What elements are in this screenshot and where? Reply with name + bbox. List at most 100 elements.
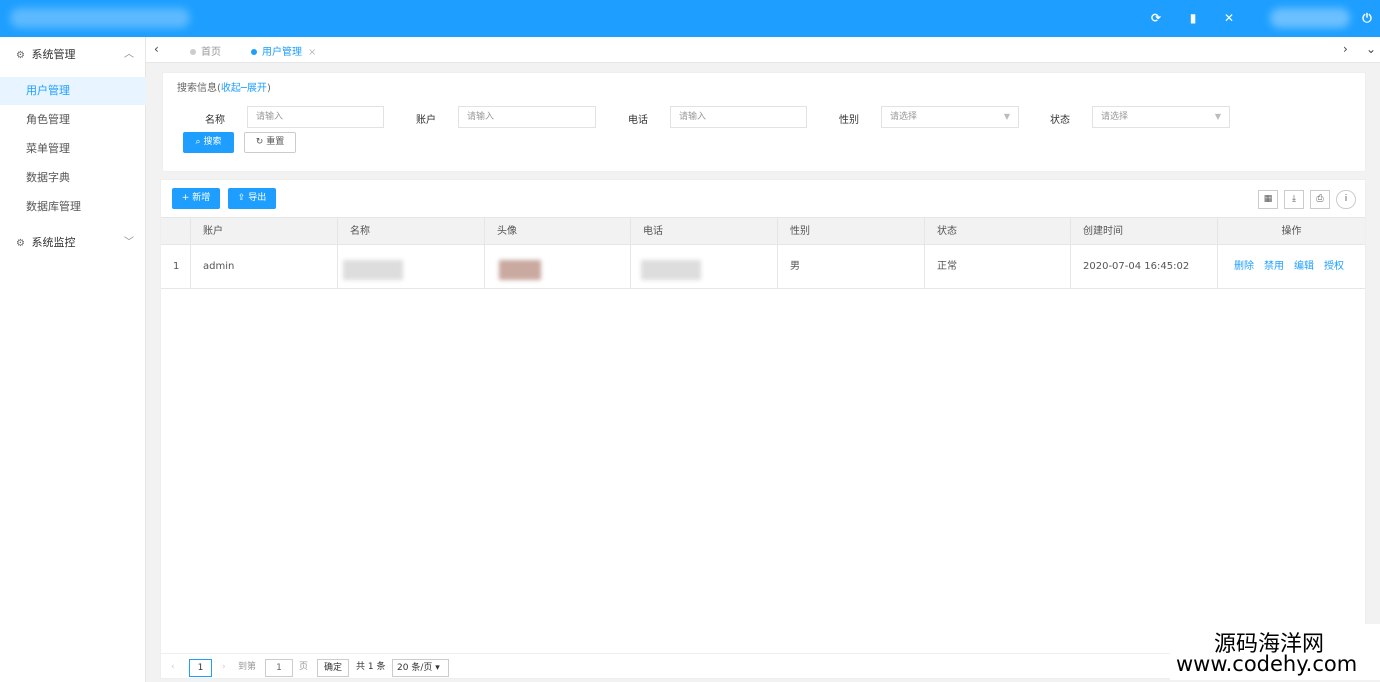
close-icon[interactable]: × (308, 47, 316, 58)
sidebar-item-label: 角色管理 (26, 113, 70, 126)
fullscreen-icon[interactable]: ✕ (1222, 11, 1236, 25)
disable-link[interactable]: 禁用 (1264, 261, 1284, 272)
sidebar-item-database-management[interactable]: 数据库管理 (0, 193, 146, 221)
sidebar: ⚙ 系统管理 ︿ 用户管理 角色管理 菜单管理 数据字典 数据库管理 ⚙ 系统监… (0, 37, 146, 682)
current-page[interactable]: 1 (189, 659, 212, 677)
top-header: ⟳ ▮ ✕ ⏻ (0, 0, 1380, 37)
status-label: 状态 (1050, 115, 1070, 126)
tab-dot-icon (251, 49, 257, 55)
blurred-name (343, 260, 403, 280)
tab-bar: ‹ 首页 用户管理 × › ⌄ (146, 37, 1380, 63)
sidebar-item-menu-management[interactable]: 菜单管理 (0, 135, 146, 163)
gender-label: 性别 (839, 115, 859, 126)
phone-input[interactable]: 请输入 (670, 106, 807, 128)
tab-user-management[interactable]: 用户管理 × (251, 43, 316, 58)
sidebar-item-label: 数据库管理 (26, 200, 81, 213)
status-cell: 正常 (924, 245, 1070, 288)
watermark: 源码海洋网 www.codehy.com (1170, 624, 1380, 680)
delete-link[interactable]: 删除 (1234, 261, 1254, 272)
caret-down-icon: ▼ (1214, 112, 1221, 121)
search-button[interactable]: ⌕ 搜索 (183, 132, 234, 153)
export-file-icon[interactable]: ⤓ (1284, 190, 1304, 209)
add-button[interactable]: + 新增 (172, 188, 220, 209)
trash-icon[interactable]: ▮ (1186, 11, 1200, 25)
gender-select-placeholder: 请选择 (890, 112, 918, 122)
columns-filter-icon[interactable]: ▦ (1258, 190, 1278, 209)
search-icon: ⌕ (195, 137, 201, 147)
search-button-label: 搜索 (203, 137, 222, 147)
total-count: 共 1 条 (356, 662, 386, 672)
edit-link[interactable]: 编辑 (1294, 261, 1314, 272)
column-header[interactable]: 创建时间 (1070, 218, 1217, 245)
table-panel: + 新增 ⇪ 导出 ▦ ⤓ ⎙ i 账户 名称 头像 电话 性别 状态 创建时间… (160, 179, 1366, 679)
column-header[interactable]: 头像 (484, 218, 630, 245)
sidebar-item-user-management[interactable]: 用户管理 (0, 77, 146, 105)
column-header[interactable]: 性别 (777, 218, 924, 245)
sidebar-item-role-management[interactable]: 角色管理 (0, 106, 146, 134)
export-icon: ⇪ (237, 193, 246, 203)
watermark-url: www.codehy.com (1176, 652, 1358, 676)
column-header[interactable]: 名称 (337, 218, 484, 245)
refresh-icon[interactable]: ⟳ (1149, 11, 1163, 25)
column-header: 操作 (1217, 218, 1365, 245)
tab-menu-chevron-icon[interactable]: ⌄ (1366, 42, 1376, 56)
gear-icon: ⚙ (16, 50, 25, 61)
sidebar-item-label: 用户管理 (26, 84, 70, 97)
caret-down-icon: ▾ (435, 663, 440, 673)
sidebar-group-system-monitor[interactable]: ⚙ 系统监控 ﹀ (0, 228, 146, 258)
prev-page-icon[interactable]: ‹ (171, 659, 175, 677)
created-time-cell: 2020-07-04 16:45:02 (1070, 245, 1217, 288)
sidebar-item-data-dictionary[interactable]: 数据字典 (0, 164, 146, 192)
tab-label: 首页 (201, 47, 221, 58)
tab-scroll-right-icon[interactable]: › (1343, 42, 1348, 56)
sidebar-group-label: 系统监控 (31, 236, 76, 249)
print-icon[interactable]: ⎙ (1310, 190, 1330, 209)
export-button[interactable]: ⇪ 导出 (228, 188, 276, 209)
search-title-text: 搜索信息( (177, 83, 221, 94)
column-header[interactable]: 电话 (630, 218, 777, 245)
page-size-value: 20 条/页 (397, 663, 433, 673)
tab-scroll-left-icon[interactable]: ‹ (154, 42, 159, 56)
export-button-label: 导出 (248, 193, 267, 203)
page-unit-label: 页 (299, 662, 309, 672)
status-select[interactable]: 请选择 ▼ (1092, 106, 1230, 128)
account-input[interactable]: 请输入 (458, 106, 596, 128)
column-header[interactable]: 账户 (190, 218, 337, 245)
reset-button-label: 重置 (266, 137, 285, 147)
column-header[interactable]: 状态 (924, 218, 1070, 245)
reset-button[interactable]: ↻ 重置 (244, 132, 296, 153)
sidebar-item-label: 菜单管理 (26, 142, 70, 155)
index-header-cell (161, 218, 190, 245)
info-icon[interactable]: i (1336, 190, 1356, 209)
actions-cell: 删除 禁用 编辑 授权 (1217, 245, 1365, 288)
goto-confirm-button[interactable]: 确定 (317, 659, 349, 677)
search-panel: 搜索信息(收起─展开) 名称 请输入 账户 请输入 电话 请输入 性别 请选择 … (162, 72, 1366, 172)
sidebar-item-label: 数据字典 (26, 171, 70, 184)
chevron-down-icon: ﹀ (124, 237, 134, 248)
page-size-select[interactable]: 20 条/页 ▾ (392, 659, 449, 677)
tab-label: 用户管理 (262, 47, 302, 58)
goto-page-input[interactable]: 1 (265, 659, 293, 677)
power-icon[interactable]: ⏻ (1360, 11, 1374, 25)
blurred-phone (641, 260, 701, 280)
gears-icon: ⚙ (16, 238, 25, 249)
table-row[interactable]: 1 admin 男 正常 2020-07-04 16:45:02 删除 禁用 编辑授… (161, 245, 1365, 289)
search-title-end: ) (266, 83, 271, 94)
account-cell: admin (190, 245, 337, 288)
next-page-icon[interactable]: › (222, 659, 226, 677)
tab-dot-icon (190, 49, 196, 55)
gender-select[interactable]: 请选择 ▼ (881, 106, 1019, 128)
app-logo-blurred (10, 8, 190, 28)
authorize-link[interactable]: 授权 (1324, 261, 1344, 272)
row-index: 1 (173, 261, 180, 272)
table-header: 账户 名称 头像 电话 性别 状态 创建时间 操作 (161, 217, 1365, 245)
name-cell (337, 245, 484, 288)
user-info-blurred[interactable] (1270, 8, 1350, 28)
search-toggle-link[interactable]: 收起─展开 (221, 83, 267, 94)
sidebar-group-system-management[interactable]: ⚙ 系统管理 ︿ (0, 40, 146, 70)
tab-home[interactable]: 首页 (190, 43, 221, 58)
phone-cell (630, 245, 777, 288)
sidebar-group-label: 系统管理 (31, 48, 76, 61)
caret-down-icon: ▼ (1003, 112, 1010, 121)
name-input[interactable]: 请输入 (247, 106, 384, 128)
